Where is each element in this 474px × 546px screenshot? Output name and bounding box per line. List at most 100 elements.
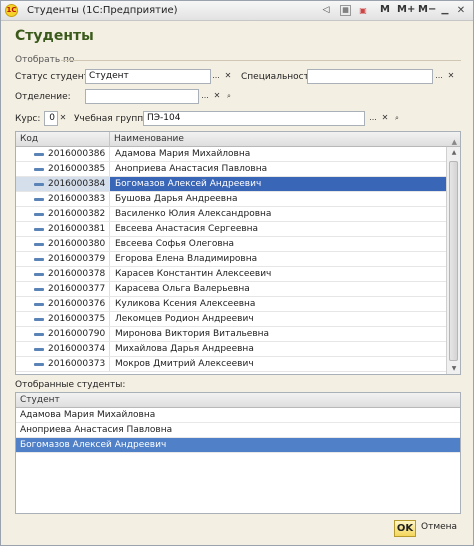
name-cell: Миронова Виктория Витальевна xyxy=(115,329,270,339)
code-cell: 2016000380 xyxy=(16,237,110,251)
minimize-icon[interactable]: ▁ xyxy=(438,4,452,17)
title-bar: 1C Студенты (1С:Предприятие) ◁ ▦ ▣ M M+ … xyxy=(1,1,473,21)
code-text: 2016000386 xyxy=(48,149,106,159)
table-row[interactable]: 2016000383 Бушова Дарья Андреевна xyxy=(16,192,446,207)
element-icon xyxy=(34,348,44,351)
name-cell: Василенко Юлия Александровна xyxy=(115,209,272,219)
element-icon xyxy=(34,153,44,156)
element-icon xyxy=(34,258,44,261)
code-cell: 2016000378 xyxy=(16,267,110,281)
selected-students-header[interactable]: Студент xyxy=(16,393,460,408)
memory-m-button[interactable]: M xyxy=(380,4,390,15)
scroll-thumb[interactable] xyxy=(449,161,458,361)
ok-button[interactable]: OK xyxy=(394,520,416,537)
code-text: 2016000376 xyxy=(48,299,106,309)
code-cell: 2016000384 xyxy=(16,177,110,191)
table-icon[interactable]: ▦ xyxy=(340,5,351,16)
scroll-up-icon[interactable]: ▲ xyxy=(449,148,459,158)
element-icon xyxy=(34,333,44,336)
name-cell: Карасев Константин Алексеевич xyxy=(115,269,272,279)
table-row[interactable]: 2016000379 Егорова Елена Владимировна xyxy=(16,252,446,267)
students-table[interactable]: Код Наименование ▲ 2016000386 Адамова Мар… xyxy=(15,131,461,375)
code-text: 2016000374 xyxy=(48,344,106,354)
name-cell: Аноприева Анастасия Павловна xyxy=(115,164,268,174)
specialty-label: Специальность: xyxy=(241,72,318,82)
code-cell: 2016000382 xyxy=(16,207,110,221)
close-icon[interactable]: ✕ xyxy=(454,4,468,17)
specialty-choose-button[interactable]: ... xyxy=(433,70,445,84)
calendar-icon[interactable]: ▣ xyxy=(356,4,370,17)
table-row[interactable]: 2016000385 Аноприева Анастасия Павловна xyxy=(16,162,446,177)
department-clear-icon[interactable]: ✕ xyxy=(211,90,223,104)
memory-minus-button[interactable]: M− xyxy=(418,4,436,15)
element-icon xyxy=(34,288,44,291)
name-cell: Карасева Ольга Валерьевна xyxy=(115,284,250,294)
element-icon xyxy=(34,318,44,321)
table-row[interactable]: 2016000380 Евсеева Софья Олеговна xyxy=(16,237,446,252)
column-header-name[interactable]: Наименование ▲ xyxy=(110,132,460,147)
students-table-scrollbar[interactable]: ▲ ▼ xyxy=(446,147,460,374)
course-clear-icon[interactable]: ✕ xyxy=(57,112,69,126)
status-clear-icon[interactable]: ✕ xyxy=(222,70,234,84)
table-row[interactable]: 2016000386 Адамова Мария Михайловна xyxy=(16,147,446,162)
cancel-button[interactable]: Отмена xyxy=(421,522,457,532)
element-icon xyxy=(34,198,44,201)
students-table-header: Код Наименование ▲ xyxy=(16,132,460,147)
code-cell: 2016000379 xyxy=(16,252,110,266)
study-group-choose-button[interactable]: ... xyxy=(367,112,379,126)
back-icon[interactable]: ◁ xyxy=(319,4,333,17)
list-item[interactable]: Богомазов Алексей Андреевич xyxy=(16,438,460,453)
students-window: 1C Студенты (1С:Предприятие) ◁ ▦ ▣ M M+ … xyxy=(0,0,474,546)
column-header-code[interactable]: Код xyxy=(16,132,110,147)
code-text: 2016000381 xyxy=(48,224,106,234)
table-row[interactable]: 2016000377 Карасева Ольга Валерьевна xyxy=(16,282,446,297)
filter-divider xyxy=(61,60,461,61)
table-row[interactable]: 2016000790 Миронова Виктория Витальевна xyxy=(16,327,446,342)
code-cell: 2016000377 xyxy=(16,282,110,296)
code-cell: 2016000374 xyxy=(16,342,110,356)
code-text: 2016000383 xyxy=(48,194,106,204)
study-group-clear-icon[interactable]: ✕ xyxy=(379,112,391,126)
study-group-field[interactable]: ПЭ-104 xyxy=(143,111,365,126)
element-icon xyxy=(34,213,44,216)
name-cell: Егорова Елена Владимировна xyxy=(115,254,258,264)
code-cell: 2016000381 xyxy=(16,222,110,236)
page-title: Студенты xyxy=(15,28,94,44)
table-row[interactable]: 2016000374 Михайлова Дарья Андреевна xyxy=(16,342,446,357)
course-field[interactable]: 0 xyxy=(44,111,58,126)
department-choose-button[interactable]: ... xyxy=(199,90,211,104)
window-title: Студенты (1С:Предприятие) xyxy=(27,5,178,16)
table-row[interactable]: 2016000378 Карасев Константин Алексеевич xyxy=(16,267,446,282)
name-cell: Михайлова Дарья Андреевна xyxy=(115,344,254,354)
scroll-down-icon[interactable]: ▼ xyxy=(449,364,459,374)
memory-plus-button[interactable]: M+ xyxy=(397,4,415,15)
table-row[interactable]: 2016000373 Мокров Дмитрий Алексеевич xyxy=(16,357,446,372)
name-cell: Куликова Ксения Алексеевна xyxy=(115,299,256,309)
table-row[interactable]: 2016000382 Василенко Юлия Александровна xyxy=(16,207,446,222)
name-cell: Лекомцев Родион Андреевич xyxy=(115,314,254,324)
department-search-icon[interactable]: ⌕ xyxy=(223,90,235,104)
table-row[interactable]: 2016000381 Евсеева Анастасия Сергеевна xyxy=(16,222,446,237)
selected-students-table[interactable]: Студент Адамова Мария Михайловна Аноприев… xyxy=(15,392,461,514)
table-row[interactable]: 2016000375 Лекомцев Родион Андреевич xyxy=(16,312,446,327)
list-item[interactable]: Адамова Мария Михайловна xyxy=(16,408,460,423)
list-item[interactable]: Аноприева Анастасия Павловна xyxy=(16,423,460,438)
status-choose-button[interactable]: ... xyxy=(210,70,222,84)
specialty-field[interactable] xyxy=(307,69,433,84)
element-icon xyxy=(34,273,44,276)
specialty-clear-icon[interactable]: ✕ xyxy=(445,70,457,84)
name-cell: Богомазов Алексей Андреевич xyxy=(110,177,446,191)
code-text: 2016000375 xyxy=(48,314,106,324)
selected-students-label: Отобранные студенты: xyxy=(15,380,126,390)
study-group-search-icon[interactable]: ⌕ xyxy=(391,112,403,126)
study-group-label: Учебная группа: xyxy=(74,114,152,124)
department-field[interactable] xyxy=(85,89,199,104)
name-cell: Мокров Дмитрий Алексеевич xyxy=(115,359,254,369)
status-field[interactable]: Студент xyxy=(85,69,211,84)
table-row[interactable]: 2016000376 Куликова Ксения Алексеевна xyxy=(16,297,446,312)
code-cell: 2016000375 xyxy=(16,312,110,326)
code-text: 2016000378 xyxy=(48,269,106,279)
element-icon xyxy=(34,228,44,231)
name-cell: Евсеева Софья Олеговна xyxy=(115,239,235,249)
table-row[interactable]: 2016000384 Богомазов Алексей Андреевич xyxy=(16,177,446,192)
